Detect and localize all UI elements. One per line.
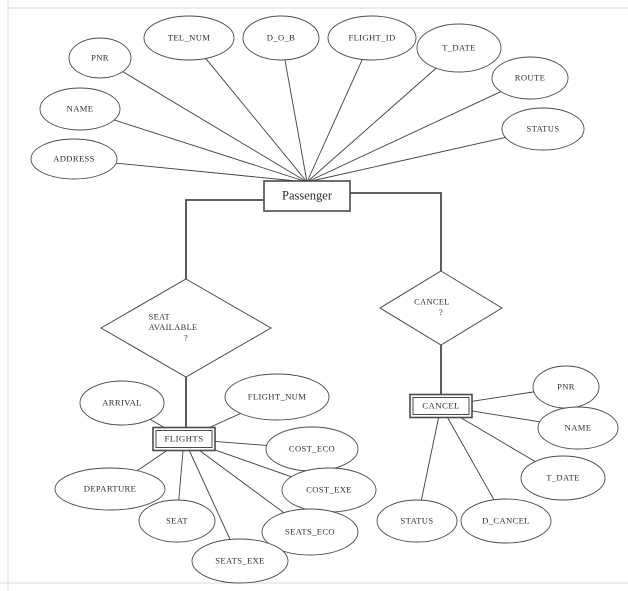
attribute-cancel-pnr-label: PNR <box>557 381 575 391</box>
edge-cancel-t_date <box>460 417 536 462</box>
attribute-passenger-address-label: ADDRESS <box>53 153 95 163</box>
attribute-cancel-t_date-label: T_DATE <box>546 472 580 482</box>
edge-passenger-pnr <box>122 71 308 183</box>
attribute-flights-departure-label: DEPARTURE <box>84 483 136 493</box>
edge-passenger-route <box>306 91 502 183</box>
er-diagram-canvas: SEAT AVAILABLE? CANCEL? PNR TEL_NUM D_O_B FLI… <box>0 0 628 591</box>
attribute-flights-arrival-label: ARRIVAL <box>102 397 142 407</box>
attribute-cancel-status-label: STATUS <box>401 515 434 525</box>
attribute-passenger-tel_num-label: TEL_NUM <box>168 32 211 42</box>
entity-flights-label: FLIGHTS <box>165 434 204 444</box>
passenger-attribute-edges <box>113 58 506 183</box>
attribute-cancel-d_cancel-label: D_CANCEL <box>482 515 530 525</box>
attribute-passenger-t_date-label: T_DATE <box>442 42 476 52</box>
attribute-ellipses: PNR TEL_NUM D_O_B FLIGHT_ID T_DATE ROUTE STATU… <box>30 15 619 584</box>
edge-cancel-status <box>420 417 440 501</box>
er-diagram-svg: SEATAVAILABLE?CANCEL? PNRTEL_NUM D_O_B FLI… <box>0 0 628 591</box>
entity-passenger-label: Passenger <box>282 188 333 202</box>
attribute-flights-seat-label: SEAT <box>166 515 188 525</box>
edge-passenger-t_date <box>306 67 437 183</box>
attribute-passenger-name-label: NAME <box>67 103 94 113</box>
relationship-seat-available-label-line-1: AVAILABLE <box>149 323 198 332</box>
attribute-passenger-d_o_b-label: D_O_B <box>267 32 296 42</box>
relationship-seat-available-label-line-2: ? <box>184 333 188 342</box>
attribute-passenger-flight_id-label: FLIGHT_ID <box>348 32 395 42</box>
attribute-passenger-route-label: ROUTE <box>515 72 545 82</box>
trunk-passenger-to-cancel <box>350 192 442 272</box>
edge-flights-cost_eco <box>214 440 267 446</box>
edge-passenger-flight_id <box>306 59 363 183</box>
edge-passenger-tel_num <box>205 58 308 183</box>
edge-passenger-d_o_b <box>284 59 308 183</box>
edge-flights-departure <box>136 450 168 472</box>
attribute-flights-flight_num-label: FLIGHT_NUM <box>248 391 306 401</box>
edge-flights-arrival <box>149 418 165 428</box>
entity-cancel-label: CANCEL <box>422 401 460 411</box>
edge-flights-flight_num <box>209 413 241 428</box>
attribute-passenger-status-label: STATUS <box>527 123 560 133</box>
edge-cancel-d_cancel <box>447 417 495 501</box>
relationship-cancel-label-line-1: ? <box>439 308 443 317</box>
edge-cancel-name <box>471 410 540 423</box>
attribute-passenger-pnr-label: PNR <box>91 52 109 62</box>
relationship-seat-available-label-line-0: SEAT <box>149 312 170 321</box>
trunk-passenger-to-seat-available <box>185 199 264 280</box>
edge-passenger-status <box>306 136 506 183</box>
attribute-flights-cost_exe-label: COST_EXE <box>306 484 352 494</box>
attribute-flights-cost_eco-label: COST_ECO <box>289 443 335 453</box>
attribute-flights-seats_exe-label: SEATS_EXE <box>215 555 264 565</box>
edge-flights-seat <box>178 450 184 501</box>
edge-cancel-pnr <box>471 391 534 402</box>
relationship-cancel-label-line-0: CANCEL <box>414 298 450 307</box>
attribute-flights-seats_eco-label: SEATS_ECO <box>285 526 335 536</box>
attribute-cancel-name-label: NAME <box>565 422 592 432</box>
